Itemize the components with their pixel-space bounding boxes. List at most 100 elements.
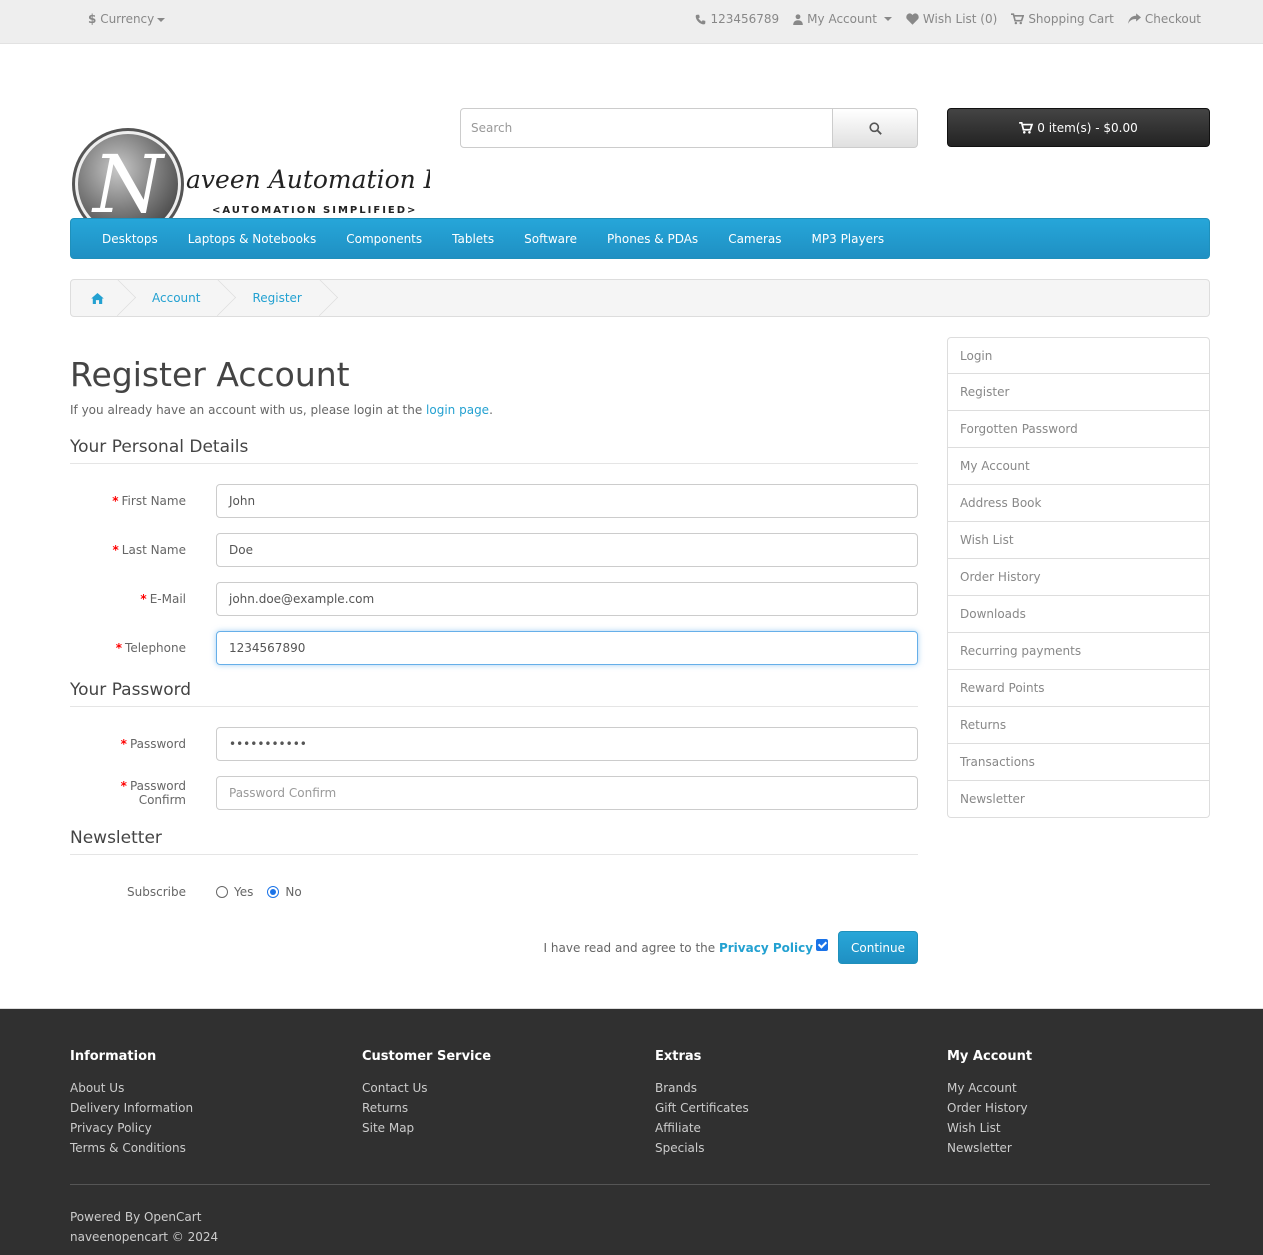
breadcrumb-account[interactable]: Account — [126, 280, 226, 316]
footer-my-account-title: My Account — [947, 1049, 1033, 1064]
password-input[interactable]: ••••••••••• — [216, 727, 918, 761]
subscribe-no-radio[interactable]: No — [267, 885, 302, 899]
footer-link-contact-us[interactable]: Contact Us — [362, 1078, 491, 1098]
my-account-label: My Account — [807, 12, 877, 26]
sidebar-item-order-history[interactable]: Order History — [947, 559, 1210, 596]
sidebar-item-wish-list[interactable]: Wish List — [947, 522, 1210, 559]
radio-yes-circle[interactable] — [216, 886, 228, 898]
menu-item-mp3[interactable]: MP3 Players — [797, 232, 900, 246]
telephone-row: * Telephone 1234567890 — [70, 631, 918, 665]
phone-link[interactable]: 123456789 — [695, 12, 779, 26]
menu-item-components[interactable]: Components — [331, 232, 437, 246]
register-form-area: Register Account If you already have an … — [70, 337, 918, 964]
menu-item-tablets[interactable]: Tablets — [437, 232, 509, 246]
privacy-policy-link[interactable]: Privacy Policy — [719, 941, 813, 955]
sidebar-item-login[interactable]: Login — [947, 337, 1210, 374]
account-sidebar: Login Register Forgotten Password My Acc… — [947, 337, 1210, 818]
footer-link-delivery[interactable]: Delivery Information — [70, 1098, 193, 1118]
password-legend: Your Password — [70, 680, 918, 707]
footer-link-affiliate[interactable]: Affiliate — [655, 1118, 749, 1138]
cart-total: 0 item(s) - $0.00 — [1037, 120, 1138, 135]
continue-button[interactable]: Continue — [838, 931, 918, 964]
footer-link-specials[interactable]: Specials — [655, 1138, 749, 1158]
sidebar-item-reward-points[interactable]: Reward Points — [947, 670, 1210, 707]
first-name-input[interactable]: John — [216, 484, 918, 518]
footer-link-returns[interactable]: Returns — [362, 1098, 491, 1118]
email-row: * E-Mail john.doe@example.com — [70, 582, 918, 616]
privacy-agree-checkbox[interactable] — [816, 938, 829, 951]
footer-customer-service: Customer Service Contact Us Returns Site… — [362, 1049, 491, 1138]
sidebar-item-transactions[interactable]: Transactions — [947, 744, 1210, 781]
footer-link-terms[interactable]: Terms & Conditions — [70, 1138, 193, 1158]
sidebar-item-downloads[interactable]: Downloads — [947, 596, 1210, 633]
breadcrumb-register[interactable]: Register — [226, 280, 327, 316]
menu-item-cameras[interactable]: Cameras — [713, 232, 796, 246]
menu-item-software[interactable]: Software — [509, 232, 592, 246]
password-label: * Password — [120, 737, 186, 751]
sidebar-item-address-book[interactable]: Address Book — [947, 485, 1210, 522]
subscribe-yes-radio[interactable]: Yes — [216, 885, 253, 899]
currency-dropdown[interactable]: $ Currency — [88, 12, 166, 26]
sidebar-item-my-account[interactable]: My Account — [947, 448, 1210, 485]
breadcrumb-home[interactable] — [71, 280, 126, 316]
login-page-link[interactable]: login page — [426, 403, 489, 417]
home-icon — [91, 292, 104, 304]
footer-extras-title: Extras — [655, 1049, 702, 1064]
search-input[interactable] — [460, 108, 833, 148]
sidebar-item-forgotten-password[interactable]: Forgotten Password — [947, 411, 1210, 448]
email-input[interactable]: john.doe@example.com — [216, 582, 918, 616]
footer-powered-by: Powered By OpenCart naveenopencart © 202… — [70, 1207, 218, 1247]
footer-link-privacy[interactable]: Privacy Policy — [70, 1118, 193, 1138]
footer-link-wish-list[interactable]: Wish List — [947, 1118, 1032, 1138]
sidebar-item-returns[interactable]: Returns — [947, 707, 1210, 744]
first-name-label: * First Name — [112, 494, 186, 508]
breadcrumb: Account Register — [70, 279, 1210, 317]
phone-number: 123456789 — [710, 12, 780, 26]
privacy-agree-text: I have read and agree to the Privacy Pol… — [543, 940, 814, 955]
form-actions: I have read and agree to the Privacy Pol… — [70, 931, 918, 964]
page-title: Register Account — [70, 355, 350, 394]
footer-link-order-history[interactable]: Order History — [947, 1098, 1032, 1118]
menu-item-laptops[interactable]: Laptops & Notebooks — [173, 232, 331, 246]
telephone-input[interactable]: 1234567890 — [216, 631, 918, 665]
my-account-dropdown[interactable]: My Account — [793, 12, 892, 26]
opencart-link[interactable]: OpenCart — [144, 1210, 201, 1224]
footer-link-brands[interactable]: Brands — [655, 1078, 749, 1098]
shopping-cart-link[interactable]: Shopping Cart — [1011, 12, 1114, 26]
first-name-row: * First Name John — [70, 484, 918, 518]
top-bar: $ Currency 123456789 My Account Wish Lis… — [0, 0, 1263, 44]
search-button[interactable] — [833, 108, 918, 148]
breadcrumb-account-link[interactable]: Account — [152, 291, 200, 305]
header: N aveen Automation Labs <AUTOMATION SIMP… — [0, 44, 1263, 240]
menu-item-phones[interactable]: Phones & PDAs — [592, 232, 713, 246]
password-confirm-row: * Password Confirm Password Confirm — [70, 776, 918, 810]
sidebar-item-register[interactable]: Register — [947, 374, 1210, 411]
cart-button[interactable]: 0 item(s) - $0.00 — [947, 108, 1210, 147]
password-confirm-input[interactable]: Password Confirm — [216, 776, 918, 810]
footer-link-gift-certificates[interactable]: Gift Certificates — [655, 1098, 749, 1118]
telephone-label: * Telephone — [115, 641, 186, 655]
sidebar-item-recurring-payments[interactable]: Recurring payments — [947, 633, 1210, 670]
main-menu: Desktops Laptops & Notebooks Components … — [70, 218, 1210, 259]
footer-link-site-map[interactable]: Site Map — [362, 1118, 491, 1138]
footer-link-about-us[interactable]: About Us — [70, 1078, 193, 1098]
shopping-cart-label: Shopping Cart — [1028, 12, 1114, 26]
footer-link-my-account[interactable]: My Account — [947, 1078, 1032, 1098]
breadcrumb-register-link[interactable]: Register — [252, 291, 301, 305]
menu-item-desktops[interactable]: Desktops — [87, 232, 173, 246]
personal-details-legend: Your Personal Details — [70, 437, 918, 464]
cart-icon — [1011, 13, 1025, 25]
radio-no-circle[interactable] — [267, 886, 280, 898]
last-name-input[interactable]: Doe — [216, 533, 918, 567]
wish-list-link[interactable]: Wish List (0) — [906, 12, 997, 26]
intro-suffix: . — [489, 403, 493, 417]
footer-link-newsletter[interactable]: Newsletter — [947, 1138, 1032, 1158]
subscribe-label: Subscribe — [127, 885, 186, 899]
checkout-link[interactable]: Checkout — [1127, 12, 1201, 26]
last-name-label: * Last Name — [112, 543, 187, 557]
dollar-icon: $ — [88, 12, 97, 26]
caret-down-icon — [883, 17, 892, 21]
logo-tagline: <AUTOMATION SIMPLIFIED> — [212, 205, 417, 216]
sidebar-item-newsletter[interactable]: Newsletter — [947, 781, 1210, 818]
user-icon — [793, 13, 803, 25]
